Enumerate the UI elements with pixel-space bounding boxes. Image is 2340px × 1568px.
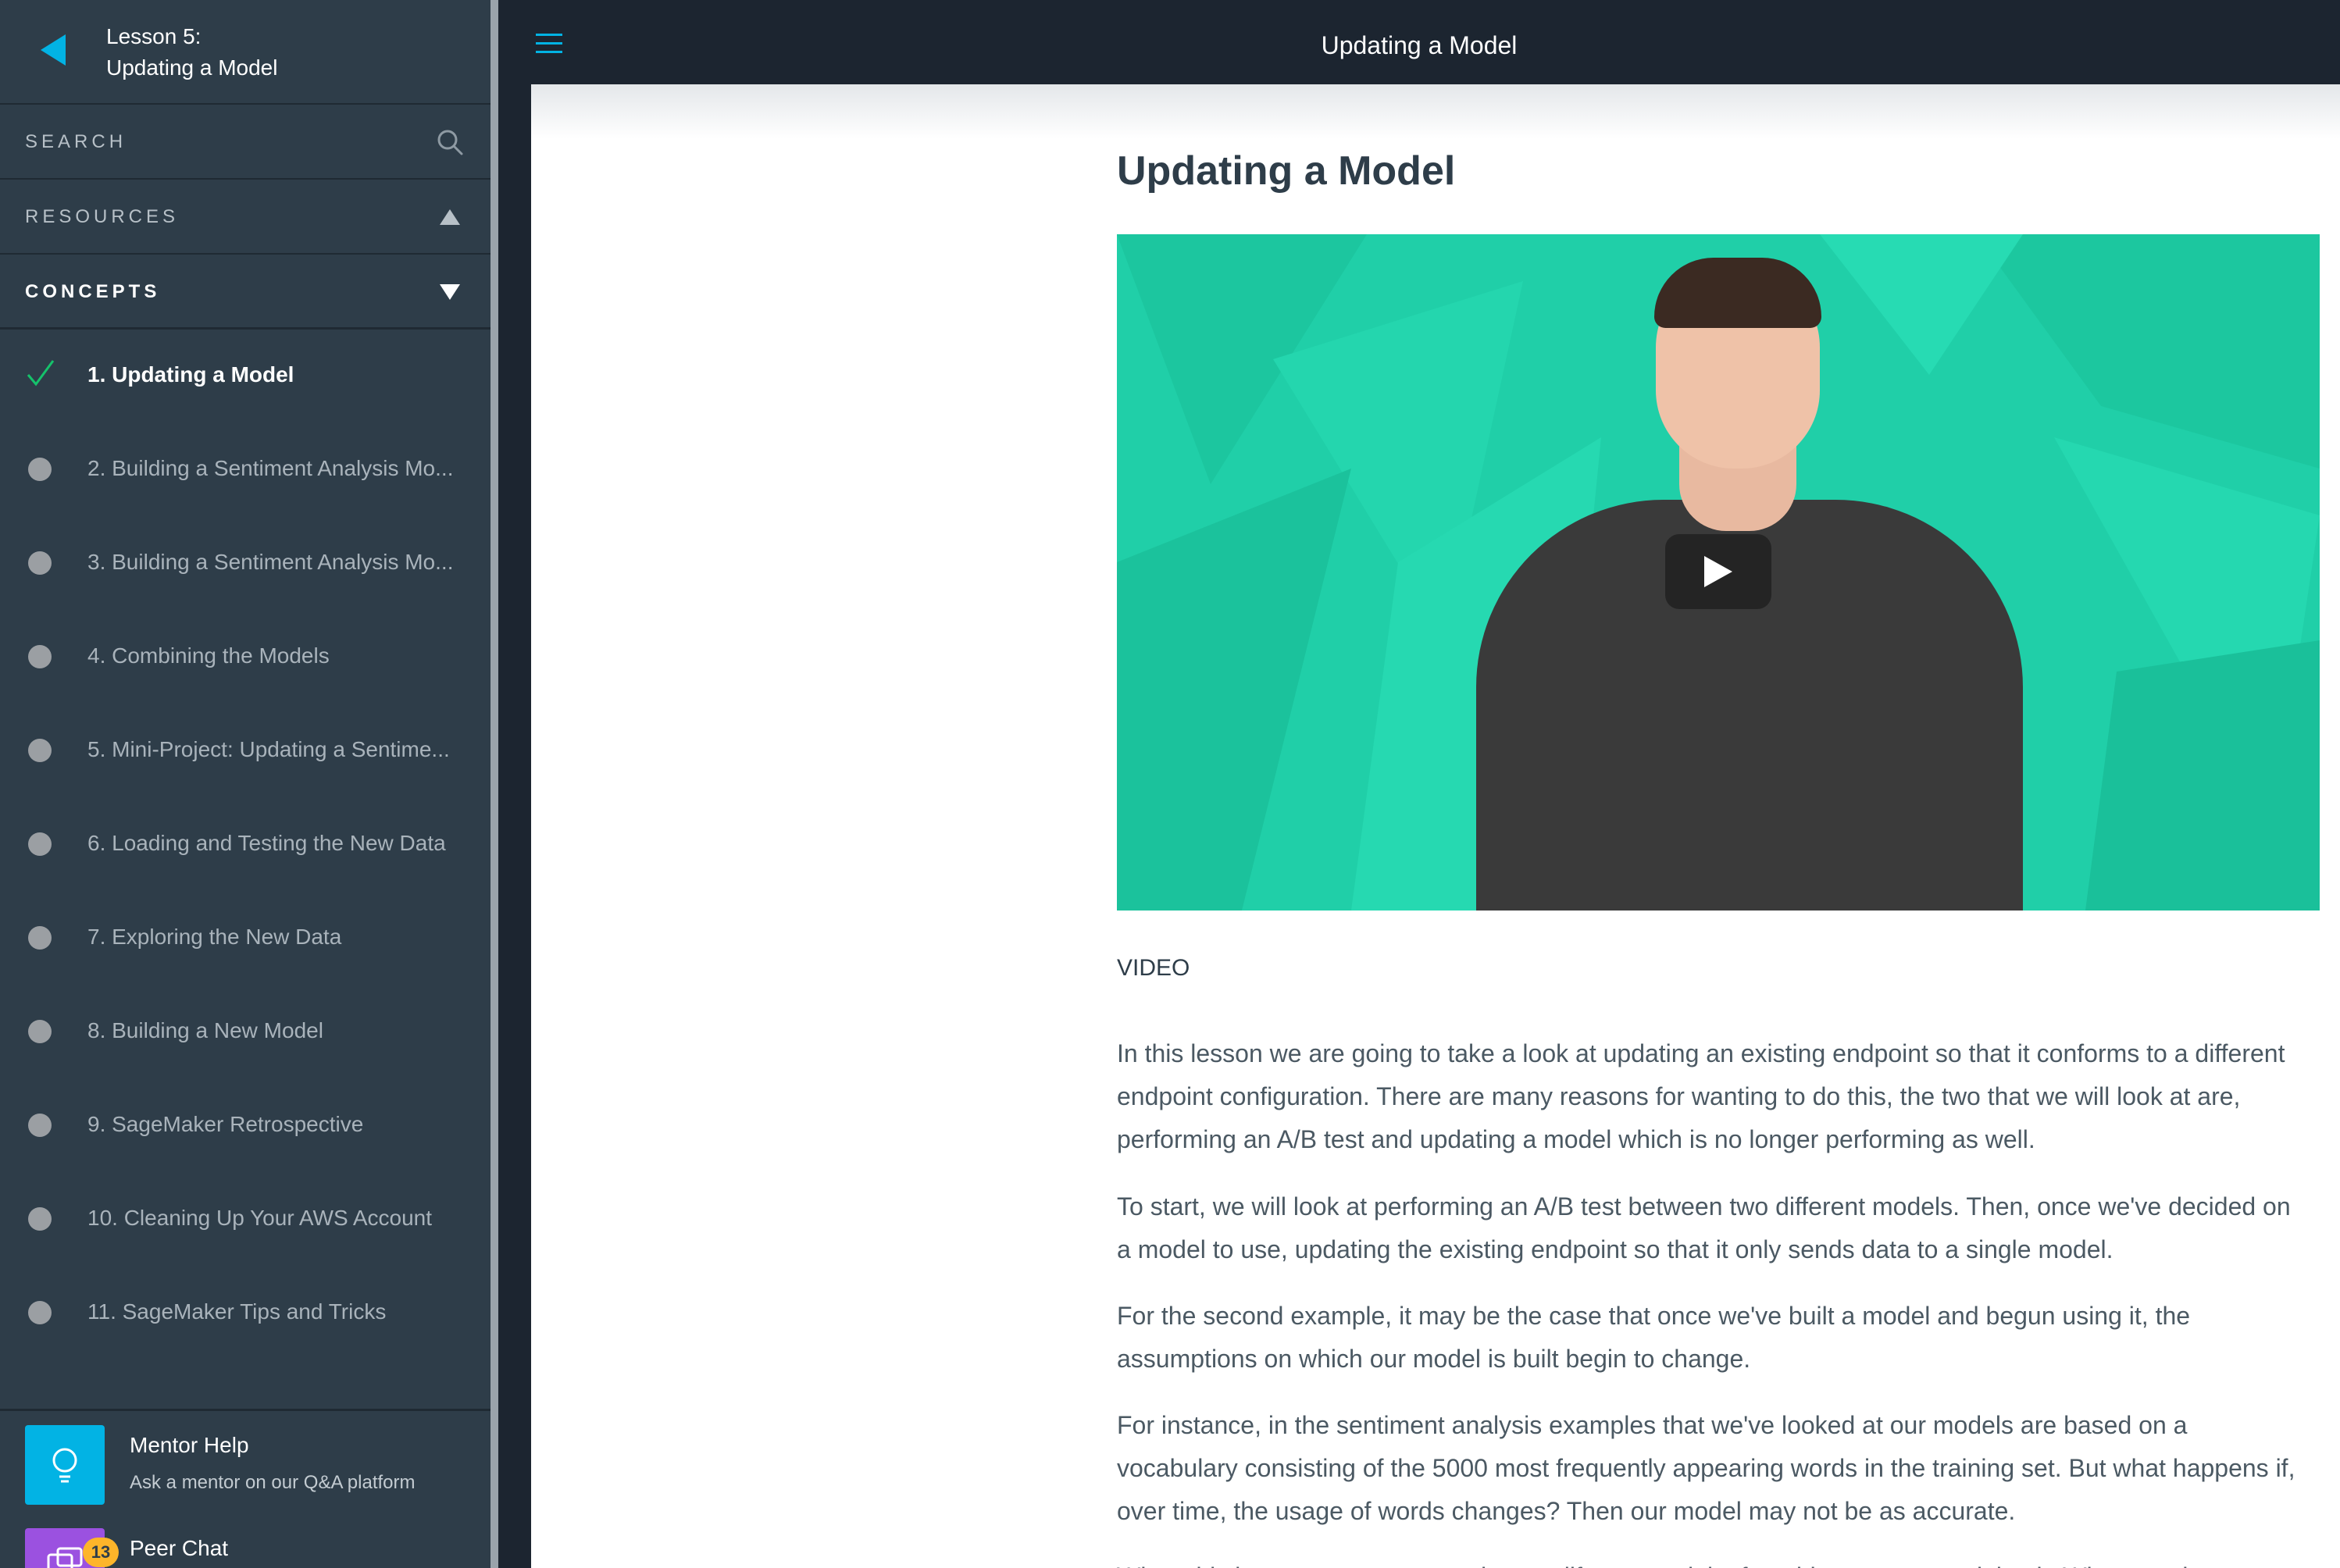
incomplete-dot-icon — [28, 1207, 52, 1231]
concepts-label: CONCEPTS — [25, 281, 161, 302]
concept-label: 1. Updating a Model — [87, 362, 294, 387]
concept-label: 5. Mini-Project: Updating a Sentime... — [87, 737, 450, 761]
body-paragraph: For the second example, it may be the ca… — [1117, 1302, 2191, 1373]
person-hair — [1654, 258, 1821, 328]
concept-label: 9. SageMaker Retrospective — [87, 1112, 364, 1136]
concept-item[interactable]: 4. Combining the Models — [0, 609, 490, 703]
lightbulb-icon — [52, 1448, 77, 1483]
concept-item[interactable]: 3. Building a Sentiment Analysis Mo... — [0, 515, 490, 609]
resources-toggle[interactable]: RESOURCES — [0, 180, 490, 255]
mentor-help-subtitle: Ask a mentor on our Q&A platform — [130, 1472, 416, 1493]
resources-label: RESOURCES — [25, 206, 180, 227]
peer-chat-title[interactable]: Peer Chat — [130, 1533, 228, 1564]
concept-label: 8. Building a New Model — [87, 1018, 323, 1042]
mentor-help-title[interactable]: Mentor Help — [130, 1430, 249, 1461]
main-content: Updating a Model VIDEO In this lesson we… — [531, 84, 2340, 1568]
incomplete-dot-icon — [28, 1114, 52, 1137]
sidebar-resize-handle[interactable] — [490, 0, 498, 1568]
support-panel: Mentor Help Ask a mentor on our Q&A plat… — [0, 1409, 490, 1568]
search-icon[interactable] — [436, 128, 464, 156]
concept-item[interactable]: 1. Updating a Model — [0, 328, 490, 422]
video-player[interactable] — [1117, 234, 2320, 911]
incomplete-dot-icon — [28, 832, 52, 856]
top-bar: Updating a Model — [498, 0, 2340, 84]
concept-label: 11. SageMaker Tips and Tricks — [87, 1299, 387, 1324]
incomplete-dot-icon — [28, 1301, 52, 1324]
triangle-up-icon — [440, 209, 460, 225]
play-button[interactable] — [1665, 534, 1771, 609]
body-paragraph: When this happens we may need to modify … — [1117, 1556, 2304, 1568]
concept-label: 3. Building a Sentiment Analysis Mo... — [87, 550, 454, 574]
concept-item[interactable]: 7. Exploring the New Data — [0, 890, 490, 984]
concept-label: 2. Building a Sentiment Analysis Mo... — [87, 456, 454, 480]
concept-item[interactable]: 2. Building a Sentiment Analysis Mo... — [0, 422, 490, 515]
concepts-toggle[interactable]: CONCEPTS — [0, 255, 490, 330]
lesson-title: Updating a Model — [106, 55, 278, 80]
triangle-down-icon — [440, 284, 460, 300]
concept-item[interactable]: 8. Building a New Model — [0, 984, 490, 1078]
search-label: SEARCH — [25, 131, 127, 152]
checkmark-icon — [27, 360, 55, 387]
chat-bubbles-icon — [47, 1547, 83, 1568]
concept-item[interactable]: 5. Mini-Project: Updating a Sentime... — [0, 703, 490, 796]
concept-label: 6. Loading and Testing the New Data — [87, 831, 446, 855]
sidebar: Lesson 5: Updating a Model SEARCH RESOUR… — [0, 0, 490, 1568]
header-shadow — [531, 84, 2340, 139]
incomplete-dot-icon — [28, 1020, 52, 1043]
search-row[interactable]: SEARCH — [0, 105, 490, 180]
concept-item[interactable]: 9. SageMaker Retrospective — [0, 1078, 490, 1171]
page-title: Updating a Model — [1117, 148, 1456, 194]
video-caption: VIDEO — [1117, 955, 1190, 981]
incomplete-dot-icon — [28, 739, 52, 762]
concept-item[interactable]: 11. SageMaker Tips and Tricks — [0, 1265, 490, 1359]
page-header-title: Updating a Model — [1321, 31, 1518, 59]
incomplete-dot-icon — [28, 926, 52, 950]
concept-item[interactable]: 10. Cleaning Up Your AWS Account — [0, 1171, 490, 1265]
incomplete-dot-icon — [28, 551, 52, 575]
body-paragraph: To start, we will look at performing an … — [1117, 1192, 2291, 1263]
concept-label: 10. Cleaning Up Your AWS Account — [87, 1206, 433, 1230]
lesson-number: Lesson 5: — [106, 24, 202, 48]
back-arrow-icon[interactable] — [39, 33, 67, 67]
incomplete-dot-icon — [28, 645, 52, 668]
incomplete-dot-icon — [28, 458, 52, 481]
concept-item[interactable]: 6. Loading and Testing the New Data — [0, 796, 490, 890]
mentor-help-button[interactable] — [25, 1425, 105, 1505]
body-paragraph: For instance, in the sentiment analysis … — [1117, 1411, 2295, 1525]
peer-chat-badge: 13 — [83, 1538, 119, 1567]
concept-label: 7. Exploring the New Data — [87, 925, 342, 949]
lesson-header: Lesson 5: Updating a Model — [0, 0, 490, 105]
play-icon — [1704, 556, 1732, 587]
body-paragraph: In this lesson we are going to take a lo… — [1117, 1039, 2285, 1153]
concept-label: 4. Combining the Models — [87, 643, 330, 668]
